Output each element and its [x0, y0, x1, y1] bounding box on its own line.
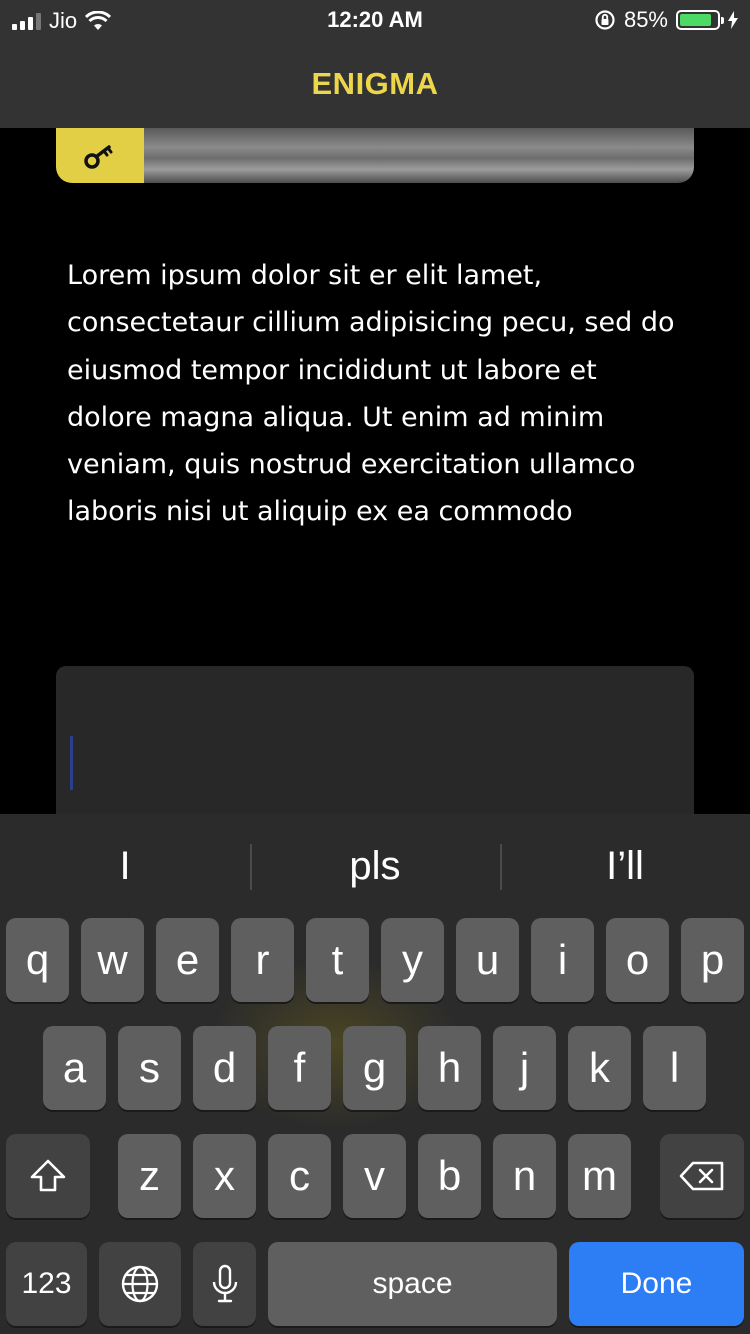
key-m[interactable]: m: [568, 1134, 631, 1218]
space-key[interactable]: space: [268, 1242, 557, 1326]
key-d[interactable]: d: [193, 1026, 256, 1110]
key-o[interactable]: o: [606, 918, 669, 1002]
key-c[interactable]: c: [268, 1134, 331, 1218]
key-p[interactable]: p: [681, 918, 744, 1002]
suggestion-2[interactable]: pls: [250, 814, 500, 918]
backspace-key[interactable]: [660, 1134, 744, 1218]
globe-key[interactable]: [99, 1242, 181, 1326]
key-n[interactable]: n: [493, 1134, 556, 1218]
key-e[interactable]: e: [156, 918, 219, 1002]
key-x[interactable]: x: [193, 1134, 256, 1218]
key-j[interactable]: j: [493, 1026, 556, 1110]
card-image: [144, 128, 694, 183]
globe-icon: [121, 1265, 159, 1303]
key-z[interactable]: z: [118, 1134, 181, 1218]
charging-icon: [728, 11, 738, 29]
battery-icon: [676, 10, 724, 30]
app-title: ENIGMA: [311, 66, 439, 101]
key-f[interactable]: f: [268, 1026, 331, 1110]
dictation-key[interactable]: [193, 1242, 256, 1326]
media-card[interactable]: [56, 128, 694, 183]
key-a[interactable]: a: [43, 1026, 106, 1110]
key-q[interactable]: q: [6, 918, 69, 1002]
key-l[interactable]: l: [643, 1026, 706, 1110]
suggestion-bar: I pls I’ll: [0, 814, 750, 918]
shift-icon: [30, 1159, 66, 1192]
key-w[interactable]: w: [81, 918, 144, 1002]
status-bar: Jio 12:20 AM 85%: [0, 0, 750, 40]
microphone-icon: [212, 1264, 237, 1303]
orientation-lock-icon: [595, 10, 615, 30]
battery-group: 85%: [594, 7, 738, 33]
backspace-icon: [679, 1161, 724, 1191]
key-t[interactable]: t: [306, 918, 369, 1002]
key-y[interactable]: y: [381, 918, 444, 1002]
suggestion-3[interactable]: I’ll: [500, 814, 750, 918]
key-h[interactable]: h: [418, 1026, 481, 1110]
key-i[interactable]: i: [531, 918, 594, 1002]
key-g[interactable]: g: [343, 1026, 406, 1110]
key-r[interactable]: r: [231, 918, 294, 1002]
text-cursor: [70, 736, 73, 790]
shift-key[interactable]: [6, 1134, 90, 1218]
description-text: Lorem ipsum dolor sit er elit lamet, con…: [67, 260, 675, 528]
key-s[interactable]: s: [118, 1026, 181, 1110]
card-key-badge: [56, 128, 144, 183]
key-b[interactable]: b: [418, 1134, 481, 1218]
key-u[interactable]: u: [456, 918, 519, 1002]
key-k[interactable]: k: [568, 1026, 631, 1110]
nav-bar: ENIGMA: [0, 40, 750, 128]
suggestion-1[interactable]: I: [0, 814, 250, 918]
key-v[interactable]: v: [343, 1134, 406, 1218]
battery-percent: 85%: [623, 7, 668, 32]
key-icon: [84, 144, 113, 169]
done-key[interactable]: Done: [569, 1242, 744, 1326]
text-input[interactable]: [56, 666, 694, 826]
keyboard: I pls I’ll q w e r t y u i o p a s d f g…: [0, 814, 750, 1334]
numbers-key[interactable]: 123: [6, 1242, 87, 1326]
